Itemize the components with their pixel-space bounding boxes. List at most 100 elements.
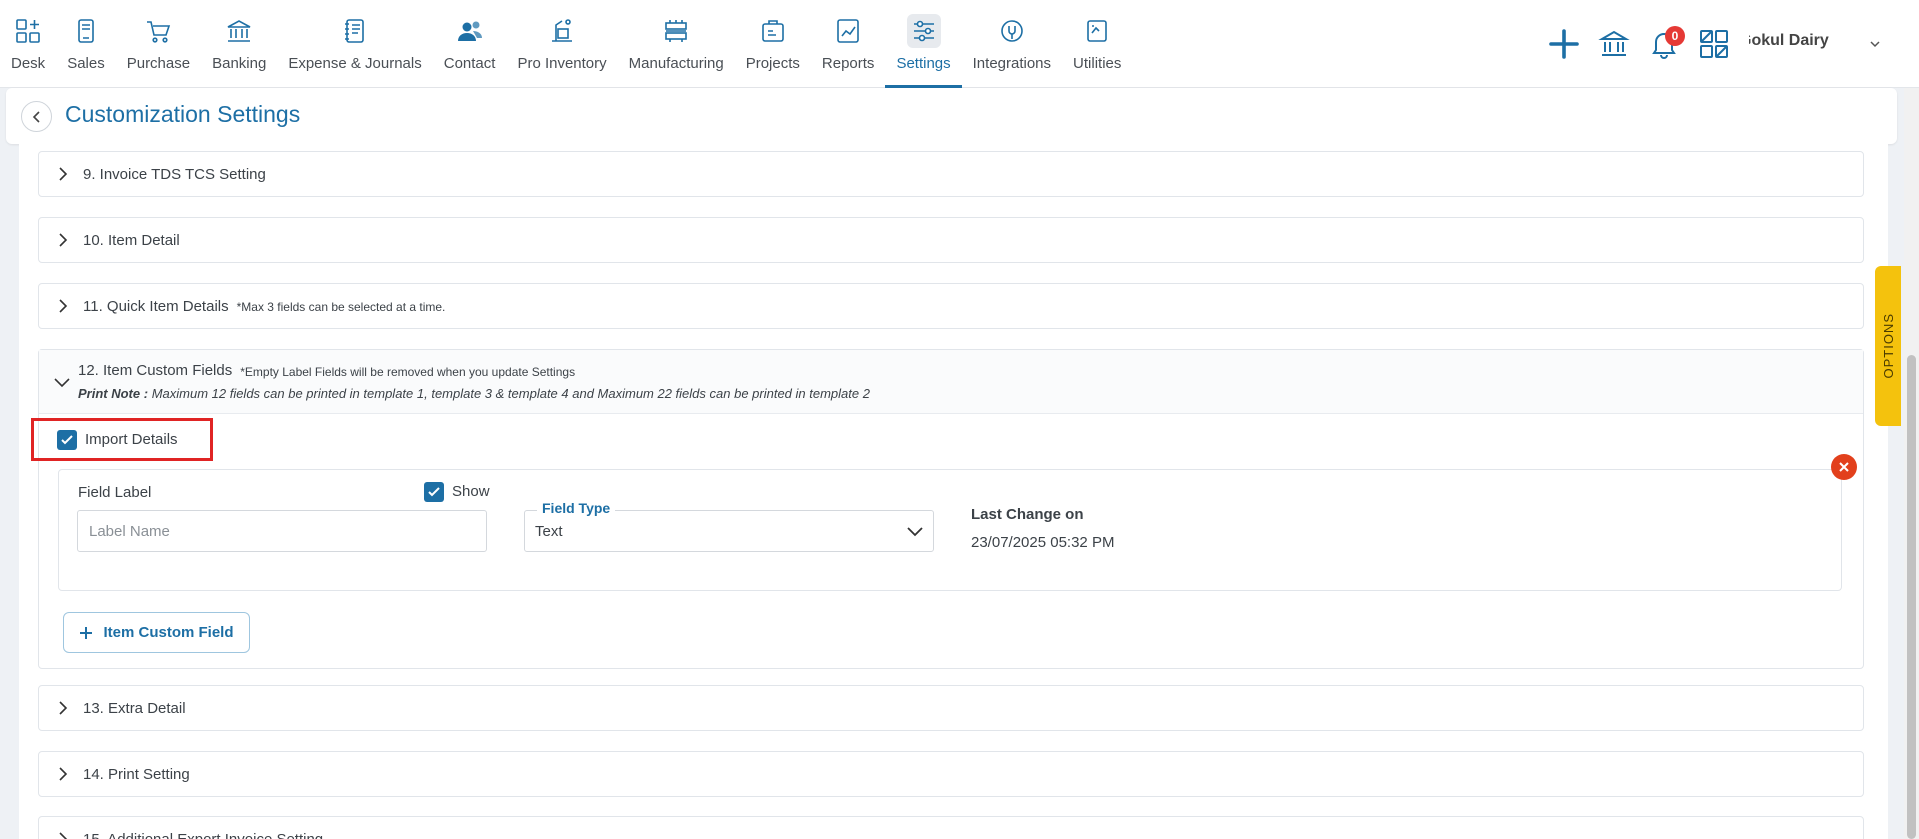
- nav-item-label: Banking: [212, 55, 267, 72]
- main-menu: Desk Sales Purchase Banking Expense & Jo…: [0, 0, 1132, 88]
- section-header[interactable]: 13. Extra Detail: [39, 686, 1863, 730]
- journal-icon: [338, 14, 372, 48]
- cart-icon: [141, 14, 175, 48]
- bank-icon: [1598, 30, 1630, 56]
- nav-item-sales[interactable]: Sales: [56, 0, 116, 88]
- custom-field-card: Field Label Show Text Field Type Last Ch…: [58, 469, 1842, 591]
- section-header[interactable]: 15. Additional Export Invoice Setting: [39, 817, 1863, 839]
- chevron-left-icon: [32, 110, 40, 123]
- quick-add-button[interactable]: [1539, 19, 1589, 69]
- nav-item-utilities[interactable]: Utilities: [1062, 0, 1132, 88]
- label-name-input[interactable]: [77, 510, 487, 552]
- section-title: 14. Print Setting: [83, 765, 190, 783]
- nav-item-label: Manufacturing: [628, 55, 724, 72]
- contacts-icon: [453, 14, 487, 48]
- chevron-down-icon: [907, 527, 923, 537]
- nav-item-label: Contact: [443, 55, 496, 72]
- chevron-down-icon: [1870, 41, 1880, 48]
- nav-item-settings[interactable]: Settings: [885, 0, 962, 88]
- top-right-actions: 0 Gokul Dairy: [1539, 0, 1919, 88]
- chevron-right-icon: [59, 832, 68, 839]
- settings-content: 9. Invoice TDS TCS Setting 10. Item Deta…: [19, 144, 1888, 839]
- section-header[interactable]: 11. Quick Item Details *Max 3 fields can…: [39, 284, 1863, 328]
- field-type-select[interactable]: Text: [524, 510, 934, 552]
- chevron-right-icon: [59, 701, 68, 715]
- nav-item-banking[interactable]: Banking: [201, 0, 277, 88]
- show-label: Show: [452, 483, 490, 500]
- section-header[interactable]: 9. Invoice TDS TCS Setting: [39, 152, 1863, 196]
- integrations-icon: [995, 14, 1029, 48]
- bank-shortcut-button[interactable]: [1589, 19, 1639, 69]
- top-navigation-bar: Desk Sales Purchase Banking Expense & Jo…: [0, 0, 1919, 88]
- nav-item-pro-inventory[interactable]: Pro Inventory: [506, 0, 617, 88]
- plus-icon: [1549, 29, 1579, 59]
- nav-item-label: Projects: [745, 55, 800, 72]
- section-header[interactable]: 10. Item Detail: [39, 218, 1863, 262]
- options-side-tab[interactable]: OPTIONS: [1875, 266, 1901, 426]
- add-button-label: Item Custom Field: [103, 624, 234, 641]
- nav-item-label: Desk: [11, 55, 46, 72]
- nav-item-label: Reports: [821, 55, 875, 72]
- nav-item-desk[interactable]: Desk: [0, 0, 56, 88]
- show-checkbox[interactable]: [424, 482, 444, 502]
- settings-sliders-icon: [906, 14, 941, 48]
- remove-field-button[interactable]: [1831, 454, 1857, 480]
- nav-item-label: Expense & Journals: [288, 55, 422, 72]
- scrollbar-thumb[interactable]: [1907, 355, 1916, 839]
- notifications-button[interactable]: 0: [1639, 19, 1689, 69]
- section-item-detail: 10. Item Detail: [38, 217, 1864, 263]
- print-note: Print Note : Maximum 12 fields can be pr…: [78, 386, 870, 401]
- section-item-custom-fields: 12. Item Custom Fields *Empty Label Fiel…: [31, 349, 1864, 669]
- chevron-right-icon: [59, 299, 68, 313]
- nav-item-expense-journals[interactable]: Expense & Journals: [277, 0, 432, 88]
- nav-item-label: Utilities: [1073, 55, 1122, 72]
- section-title: 11. Quick Item Details: [83, 297, 229, 315]
- chevron-right-icon: [59, 233, 68, 247]
- app-switcher-button[interactable]: [1689, 19, 1739, 69]
- nav-item-integrations[interactable]: Integrations: [962, 0, 1062, 88]
- print-note-label: Print Note :: [78, 386, 149, 401]
- field-type-value: Text: [535, 523, 563, 540]
- nav-item-projects[interactable]: Projects: [735, 0, 811, 88]
- nav-item-contact[interactable]: Contact: [433, 0, 507, 88]
- close-icon: [1839, 462, 1849, 472]
- print-note-text: Maximum 12 fields can be printed in temp…: [151, 386, 870, 401]
- sales-icon: [69, 14, 103, 48]
- projects-icon: [756, 14, 790, 48]
- company-dropdown-button[interactable]: [1855, 24, 1895, 64]
- section-quick-item-details: 11. Quick Item Details *Max 3 fields can…: [38, 283, 1864, 329]
- nav-item-reports[interactable]: Reports: [811, 0, 886, 88]
- checkmark-icon: [61, 435, 73, 445]
- section-note: *Max 3 fields can be selected at a time.: [236, 300, 446, 314]
- section-header[interactable]: 12. Item Custom Fields *Empty Label Fiel…: [39, 350, 1863, 414]
- nav-item-manufacturing[interactable]: Manufacturing: [618, 0, 735, 88]
- nav-item-label: Settings: [896, 55, 951, 72]
- chevron-down-icon: [54, 378, 70, 388]
- inventory-icon: [545, 14, 579, 48]
- chevron-right-icon: [59, 167, 68, 181]
- page-title: Customization Settings: [65, 101, 301, 127]
- grid-icon: [1700, 30, 1728, 58]
- back-button[interactable]: [21, 101, 52, 132]
- section-note: *Empty Label Fields will be removed when…: [240, 364, 576, 379]
- field-label-caption: Field Label: [78, 484, 152, 501]
- section-title: 13. Extra Detail: [83, 699, 186, 717]
- reports-icon: [831, 14, 865, 48]
- last-change-value: 23/07/2025 05:32 PM: [971, 534, 1115, 551]
- nav-item-label: Integrations: [972, 55, 1052, 72]
- section-title: 15. Additional Export Invoice Setting: [83, 830, 324, 839]
- manufacturing-icon: [659, 14, 693, 48]
- company-name[interactable]: Gokul Dairy: [1749, 32, 1855, 50]
- nav-item-label: Purchase: [126, 55, 191, 72]
- import-details-checkbox[interactable]: [57, 430, 77, 450]
- section-title: 12. Item Custom Fields: [78, 362, 233, 379]
- section-title: 10. Item Detail: [83, 231, 180, 249]
- add-item-custom-field-button[interactable]: Item Custom Field: [63, 612, 250, 653]
- page-header: Customization Settings: [6, 88, 1897, 144]
- section-additional-export-invoice: 15. Additional Export Invoice Setting: [38, 816, 1864, 839]
- section-header[interactable]: 14. Print Setting: [39, 752, 1863, 796]
- nav-item-purchase[interactable]: Purchase: [116, 0, 201, 88]
- chevron-right-icon: [59, 767, 68, 781]
- section-invoice-tds-tcs: 9. Invoice TDS TCS Setting: [38, 151, 1864, 197]
- nav-item-label: Pro Inventory: [517, 55, 607, 72]
